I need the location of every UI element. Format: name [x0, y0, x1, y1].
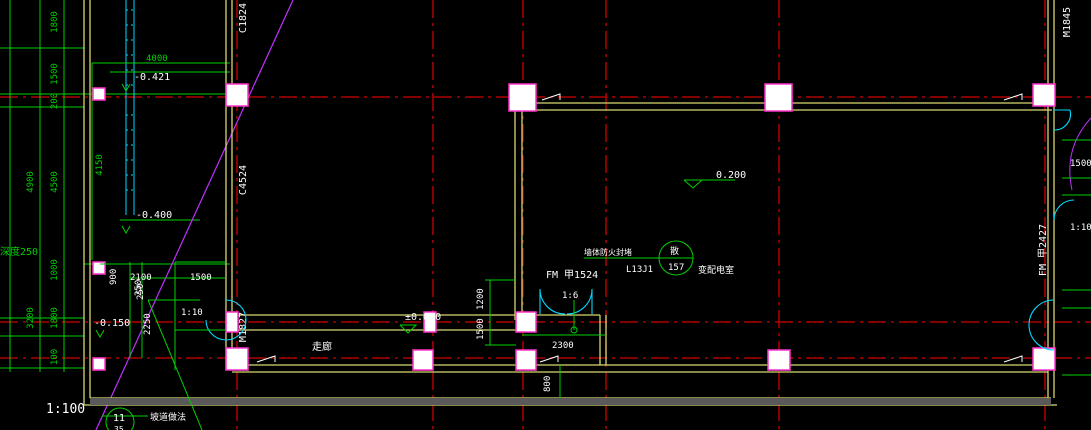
door-label-fm1524: FM 甲1524: [546, 270, 598, 281]
slope-1-10-b: 1:10: [1070, 223, 1091, 233]
left-dim-1000: 1000: [50, 259, 60, 281]
elev-0200: 0.200: [716, 170, 746, 181]
dim-2300: 2300: [552, 341, 574, 351]
left-dim-4500: 4500: [50, 171, 60, 193]
left-dim-1500: 1500: [50, 63, 60, 85]
room-label-corridor: 走廊: [312, 340, 332, 353]
door-label-c1824: C1824: [238, 3, 249, 33]
dim-900: 900: [109, 269, 119, 285]
dim-1200: 1200: [476, 288, 486, 310]
left-note: 深度250: [0, 245, 38, 258]
left-dim-4900: 4900: [26, 171, 36, 193]
dim-2100: 2100: [130, 273, 152, 283]
slope-1-6: 1:6: [562, 291, 578, 301]
elev-minus-0400: -0.400: [136, 210, 172, 221]
dim-250: 250: [136, 284, 146, 300]
scale-label: 1:100: [46, 402, 85, 417]
dim-800: 800: [543, 376, 553, 392]
callout-top: 散: [670, 245, 679, 257]
right-dim-1500: 1500: [1070, 159, 1091, 169]
left-dim-200: 200: [50, 93, 60, 109]
dim-4000: 4000: [146, 54, 168, 64]
slab-edge: [90, 398, 1051, 405]
left-dim-4150: 4150: [95, 154, 105, 176]
left-dim-100: 100: [50, 349, 60, 365]
elev-minus-0421: -0.421: [134, 72, 170, 83]
elev-minus-0150: -0.150: [94, 318, 130, 329]
callout-11-bottom: 35: [114, 425, 124, 430]
left-dim-3200: 3200: [26, 307, 36, 329]
door-label-c4524: C4524: [238, 165, 249, 195]
callout-11: 11: [113, 413, 125, 424]
left-dim-1800: 1800: [50, 11, 60, 33]
elev-0000: ±0.000: [405, 312, 441, 323]
cad-floor-plan: 1800 1500 200 4500 1000 1800 100 4900 32…: [0, 0, 1091, 430]
left-dim-1800b: 1800: [50, 307, 60, 329]
dim-1500: 1500: [190, 273, 212, 283]
slope-1-10-a: 1:10: [181, 308, 203, 318]
door-label-m1845: M1845: [1062, 7, 1073, 37]
dim-1500b: 1500: [476, 318, 486, 340]
callout-11-text: 坡道做法: [150, 411, 186, 423]
callout-l13j1: L13J1: [626, 265, 653, 275]
dim-2250: 2250: [143, 313, 153, 335]
fire-note: 墙体防火封堵: [584, 247, 632, 257]
callout-bottom: 157: [668, 263, 684, 273]
door-label-m1827: M1827: [238, 312, 249, 342]
door-label-fm2427: FM 甲2427: [1038, 224, 1049, 276]
room-label-power: 变配电室: [698, 264, 734, 276]
